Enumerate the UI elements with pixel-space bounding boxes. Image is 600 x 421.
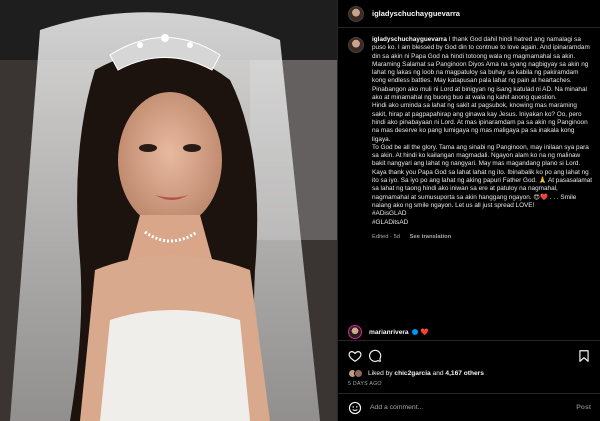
- add-comment-input[interactable]: [370, 404, 577, 411]
- post-timestamp[interactable]: 5 DAYS AGO: [348, 381, 382, 387]
- post-actions: [338, 340, 600, 370]
- likes-count-link[interactable]: 4,167 others: [445, 370, 483, 377]
- commenter-avatar[interactable]: [348, 325, 362, 339]
- author-avatar[interactable]: [348, 5, 364, 22]
- post-header: igladyschuchayguevarra: [338, 0, 600, 28]
- commenter-username[interactable]: marianrivera: [369, 329, 409, 336]
- caption-avatar[interactable]: [348, 37, 364, 53]
- see-translation-link[interactable]: See translation: [410, 234, 452, 240]
- caption-username[interactable]: igladyschuchayguevarra: [372, 36, 447, 43]
- post-photo: [0, 0, 337, 421]
- edited-label: Edited · 5d: [372, 233, 401, 240]
- emoji-icon[interactable]: [348, 401, 362, 415]
- liker-avatar: [354, 369, 363, 378]
- likes-prefix: Liked by: [368, 370, 393, 377]
- caption-paragraph: To God be all the glory. Tama ang sinabi…: [372, 143, 593, 209]
- comment-heart-emoji: ❤️: [420, 329, 429, 336]
- caption-section: igladyschuchayguevarra I thank God dahil…: [338, 36, 600, 241]
- verified-icon: [411, 329, 418, 335]
- likes-text: Liked by chic2garcia and 4,167 others: [368, 370, 484, 377]
- comment-icon[interactable]: [368, 349, 382, 363]
- post-side-panel: igladyschuchayguevarra igladyschuchaygue…: [337, 0, 600, 421]
- author-username[interactable]: igladyschuchayguevarra: [372, 9, 460, 18]
- bride-portrait-image: [0, 0, 337, 421]
- add-comment-bar: Post: [338, 393, 600, 421]
- likes-summary: Liked by chic2garcia and 4,167 others: [348, 369, 484, 378]
- heart-icon[interactable]: [348, 349, 362, 363]
- likes-and: and: [432, 370, 444, 377]
- caption-paragraph: I thank God dahil hindi hatred ang namal…: [372, 36, 590, 85]
- caption-paragraph: Pinabangon ako muli ni Lord at binigyan …: [372, 85, 587, 102]
- hashtag-link[interactable]: #GLADitsAD: [372, 219, 593, 227]
- hashtag-link[interactable]: #ADisGLAD: [372, 210, 593, 218]
- bookmark-icon[interactable]: [577, 349, 591, 363]
- comment-item: marianrivera ❤️: [348, 325, 429, 339]
- caption-text: igladyschuchayguevarra I thank God dahil…: [372, 36, 593, 241]
- liker-username[interactable]: chic2garcia: [394, 370, 430, 377]
- caption-paragraph: Hindi ako uminda sa lahat ng sakit at pa…: [372, 102, 588, 143]
- post-comment-button[interactable]: Post: [576, 404, 591, 411]
- caption-meta: Edited · 5d See translation: [372, 233, 593, 241]
